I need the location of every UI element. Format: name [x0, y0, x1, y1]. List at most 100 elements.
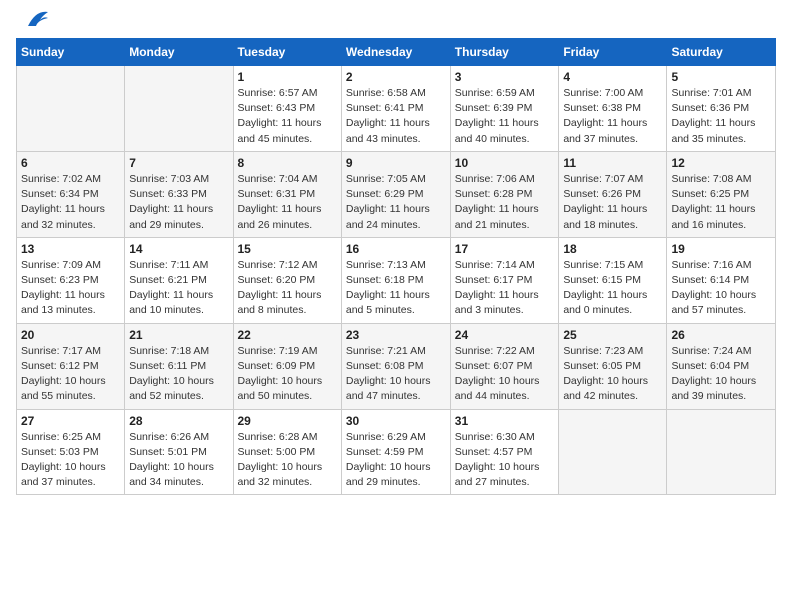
table-row: 26 Sunrise: 7:24 AM Sunset: 6:04 PM Dayli…: [667, 323, 776, 409]
day-info: Sunrise: 7:19 AM Sunset: 6:09 PM Dayligh…: [238, 344, 337, 405]
day-info: Sunrise: 7:24 AM Sunset: 6:04 PM Dayligh…: [671, 344, 771, 405]
day-number: 25: [563, 328, 662, 342]
day-info: Sunrise: 7:13 AM Sunset: 6:18 PM Dayligh…: [346, 258, 446, 319]
day-info: Sunrise: 7:14 AM Sunset: 6:17 PM Dayligh…: [455, 258, 555, 319]
table-row: 11 Sunrise: 7:07 AM Sunset: 6:26 PM Dayli…: [559, 151, 667, 237]
table-row: 1 Sunrise: 6:57 AM Sunset: 6:43 PM Daylig…: [233, 66, 341, 152]
day-number: 22: [238, 328, 337, 342]
calendar-header-row: Sunday Monday Tuesday Wednesday Thursday…: [17, 39, 776, 66]
table-row: 18Sunrise: 7:15 AM Sunset: 6:15 PM Dayli…: [559, 237, 667, 323]
day-info: Sunrise: 7:03 AM Sunset: 6:33 PM Dayligh…: [129, 172, 228, 233]
day-number: 29: [238, 414, 337, 428]
col-monday: Monday: [125, 39, 233, 66]
day-number: 15: [238, 242, 337, 256]
day-number: 7: [129, 156, 228, 170]
day-info: Sunrise: 7:09 AM Sunset: 6:23 PM Dayligh…: [21, 258, 120, 319]
day-info: Sunrise: 7:22 AM Sunset: 6:07 PM Dayligh…: [455, 344, 555, 405]
day-number: 31: [455, 414, 555, 428]
day-info: Sunrise: 7:16 AM Sunset: 6:14 PM Dayligh…: [671, 258, 771, 319]
day-info: Sunrise: 7:05 AM Sunset: 6:29 PM Dayligh…: [346, 172, 446, 233]
day-number: 24: [455, 328, 555, 342]
col-sunday: Sunday: [17, 39, 125, 66]
day-info: Sunrise: 7:12 AM Sunset: 6:20 PM Dayligh…: [238, 258, 337, 319]
day-info: Sunrise: 7:23 AM Sunset: 6:05 PM Dayligh…: [563, 344, 662, 405]
day-info: Sunrise: 7:21 AM Sunset: 6:08 PM Dayligh…: [346, 344, 446, 405]
table-row: 22 Sunrise: 7:19 AM Sunset: 6:09 PM Dayli…: [233, 323, 341, 409]
table-row: 25 Sunrise: 7:23 AM Sunset: 6:05 PM Dayli…: [559, 323, 667, 409]
day-info: Sunrise: 7:04 AM Sunset: 6:31 PM Dayligh…: [238, 172, 337, 233]
col-tuesday: Tuesday: [233, 39, 341, 66]
table-row: [667, 409, 776, 495]
day-info: Sunrise: 7:17 AM Sunset: 6:12 PM Dayligh…: [21, 344, 120, 405]
table-row: 8 Sunrise: 7:04 AM Sunset: 6:31 PM Daylig…: [233, 151, 341, 237]
day-number: 16: [346, 242, 446, 256]
logo-bird-icon: [18, 8, 50, 30]
table-row: 19 Sunrise: 7:16 AM Sunset: 6:14 PM Dayli…: [667, 237, 776, 323]
day-number: 18: [563, 242, 662, 256]
day-number: 17: [455, 242, 555, 256]
table-row: 31 Sunrise: 6:30 AM Sunset: 4:57 PM Dayli…: [450, 409, 559, 495]
table-row: 16 Sunrise: 7:13 AM Sunset: 6:18 PM Dayli…: [341, 237, 450, 323]
table-row: 24 Sunrise: 7:22 AM Sunset: 6:07 PM Dayli…: [450, 323, 559, 409]
day-number: 23: [346, 328, 446, 342]
col-thursday: Thursday: [450, 39, 559, 66]
table-row: 10 Sunrise: 7:06 AM Sunset: 6:28 PM Dayli…: [450, 151, 559, 237]
col-saturday: Saturday: [667, 39, 776, 66]
day-number: 26: [671, 328, 771, 342]
table-row: 17 Sunrise: 7:14 AM Sunset: 6:17 PM Dayli…: [450, 237, 559, 323]
day-info: Sunrise: 7:18 AM Sunset: 6:11 PM Dayligh…: [129, 344, 228, 405]
day-number: 4: [563, 70, 662, 84]
day-info: Sunrise: 6:30 AM Sunset: 4:57 PM Dayligh…: [455, 430, 555, 491]
table-row: 7 Sunrise: 7:03 AM Sunset: 6:33 PM Daylig…: [125, 151, 233, 237]
table-row: 30 Sunrise: 6:29 AM Sunset: 4:59 PM Dayli…: [341, 409, 450, 495]
page: Sunday Monday Tuesday Wednesday Thursday…: [0, 0, 792, 503]
table-row: 12Sunrise: 7:08 AM Sunset: 6:25 PM Dayli…: [667, 151, 776, 237]
table-row: 5 Sunrise: 7:01 AM Sunset: 6:36 PM Daylig…: [667, 66, 776, 152]
day-info: Sunrise: 6:57 AM Sunset: 6:43 PM Dayligh…: [238, 86, 337, 147]
col-friday: Friday: [559, 39, 667, 66]
table-row: 9Sunrise: 7:05 AM Sunset: 6:29 PM Daylig…: [341, 151, 450, 237]
day-number: 11: [563, 156, 662, 170]
day-info: Sunrise: 6:59 AM Sunset: 6:39 PM Dayligh…: [455, 86, 555, 147]
day-info: Sunrise: 7:06 AM Sunset: 6:28 PM Dayligh…: [455, 172, 555, 233]
day-number: 27: [21, 414, 120, 428]
table-row: 14 Sunrise: 7:11 AM Sunset: 6:21 PM Dayli…: [125, 237, 233, 323]
day-info: Sunrise: 7:11 AM Sunset: 6:21 PM Dayligh…: [129, 258, 228, 319]
table-row: 27 Sunrise: 6:25 AM Sunset: 5:03 PM Dayli…: [17, 409, 125, 495]
table-row: 23 Sunrise: 7:21 AM Sunset: 6:08 PM Dayli…: [341, 323, 450, 409]
day-number: 5: [671, 70, 771, 84]
day-info: Sunrise: 7:07 AM Sunset: 6:26 PM Dayligh…: [563, 172, 662, 233]
day-number: 8: [238, 156, 337, 170]
table-row: 15 Sunrise: 7:12 AM Sunset: 6:20 PM Dayli…: [233, 237, 341, 323]
day-number: 13: [21, 242, 120, 256]
day-number: 20: [21, 328, 120, 342]
header: [16, 16, 776, 26]
day-info: Sunrise: 6:26 AM Sunset: 5:01 PM Dayligh…: [129, 430, 228, 491]
day-number: 2: [346, 70, 446, 84]
day-number: 21: [129, 328, 228, 342]
day-info: Sunrise: 7:01 AM Sunset: 6:36 PM Dayligh…: [671, 86, 771, 147]
day-info: Sunrise: 6:25 AM Sunset: 5:03 PM Dayligh…: [21, 430, 120, 491]
table-row: 28Sunrise: 6:26 AM Sunset: 5:01 PM Dayli…: [125, 409, 233, 495]
table-row: [559, 409, 667, 495]
logo: [16, 16, 50, 26]
table-row: 3 Sunrise: 6:59 AM Sunset: 6:39 PM Daylig…: [450, 66, 559, 152]
table-row: 29 Sunrise: 6:28 AM Sunset: 5:00 PM Dayli…: [233, 409, 341, 495]
day-info: Sunrise: 6:29 AM Sunset: 4:59 PM Dayligh…: [346, 430, 446, 491]
day-info: Sunrise: 6:28 AM Sunset: 5:00 PM Dayligh…: [238, 430, 337, 491]
day-info: Sunrise: 7:08 AM Sunset: 6:25 PM Dayligh…: [671, 172, 771, 233]
table-row: 4 Sunrise: 7:00 AM Sunset: 6:38 PM Daylig…: [559, 66, 667, 152]
day-number: 19: [671, 242, 771, 256]
table-row: 13 Sunrise: 7:09 AM Sunset: 6:23 PM Dayli…: [17, 237, 125, 323]
table-row: 20 Sunrise: 7:17 AM Sunset: 6:12 PM Dayli…: [17, 323, 125, 409]
day-number: 14: [129, 242, 228, 256]
day-info: Sunrise: 7:00 AM Sunset: 6:38 PM Dayligh…: [563, 86, 662, 147]
table-row: 2Sunrise: 6:58 AM Sunset: 6:41 PM Daylig…: [341, 66, 450, 152]
day-number: 1: [238, 70, 337, 84]
day-number: 3: [455, 70, 555, 84]
table-row: [125, 66, 233, 152]
day-number: 30: [346, 414, 446, 428]
table-row: 21 Sunrise: 7:18 AM Sunset: 6:11 PM Dayli…: [125, 323, 233, 409]
day-number: 10: [455, 156, 555, 170]
table-row: [17, 66, 125, 152]
